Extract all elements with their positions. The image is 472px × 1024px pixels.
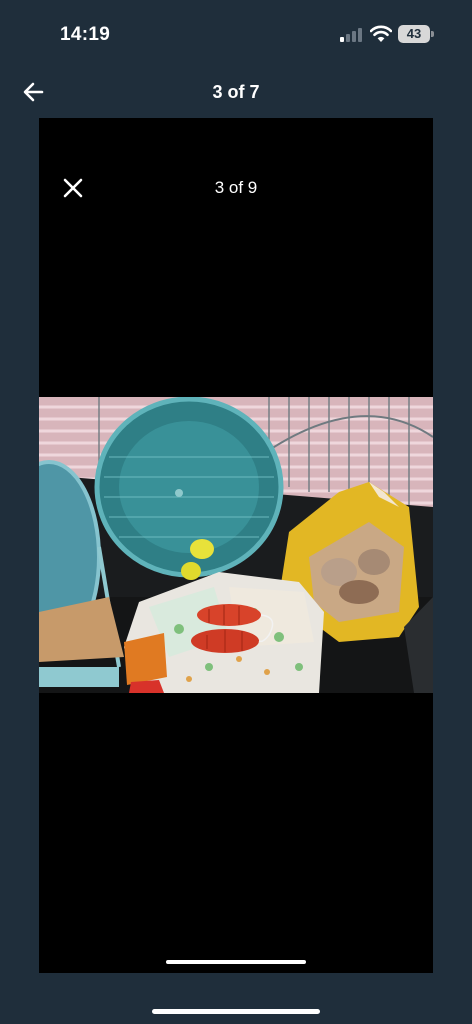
battery-level: 43 (406, 26, 422, 41)
home-indicator[interactable] (152, 1009, 320, 1014)
status-time: 14:19 (60, 24, 111, 45)
viewer-home-indicator (166, 960, 306, 964)
app-header: 3 of 7 (0, 70, 472, 114)
image-counter: 3 of 9 (214, 178, 258, 197)
page-title: 3 of 7 (212, 82, 260, 102)
battery-tip (431, 31, 434, 37)
media-viewer: 3 of 9 (39, 118, 433, 973)
battery-icon: 43 (398, 25, 434, 43)
hamster-cage-photo[interactable] (39, 397, 433, 693)
status-bar: 14:19 43 (0, 0, 472, 70)
cellular-signal-icon (340, 28, 362, 42)
wifi-icon (370, 25, 392, 42)
